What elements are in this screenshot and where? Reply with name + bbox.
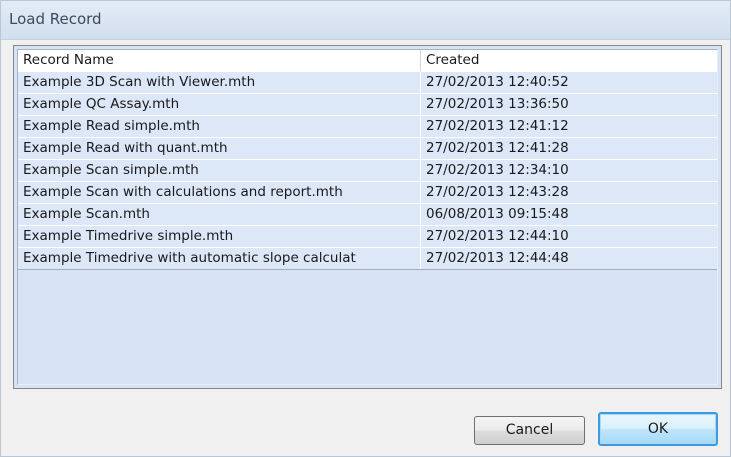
record-created-cell: 06/08/2013 09:15:48	[426, 206, 569, 222]
record-created-cell: 27/02/2013 13:36:50	[426, 96, 569, 112]
table-row[interactable]: Example Scan.mth 06/08/2013 09:15:48	[18, 203, 717, 225]
ok-button[interactable]: OK	[598, 412, 718, 446]
title-bar[interactable]: Load Record	[1, 1, 730, 40]
record-name-cell: Example QC Assay.mth	[18, 94, 421, 115]
record-name-cell: Example Scan.mth	[18, 204, 421, 225]
table-row[interactable]: Example 3D Scan with Viewer.mth 27/02/20…	[18, 71, 717, 93]
record-name-cell: Example 3D Scan with Viewer.mth	[18, 72, 421, 93]
load-record-dialog: Load Record Record Name Created Example …	[0, 0, 731, 457]
column-header-created[interactable]: Created	[421, 50, 717, 71]
record-name-cell: Example Timedrive with automatic slope c…	[18, 248, 421, 269]
record-list-frame: Record Name Created Example 3D Scan with…	[13, 45, 722, 389]
dialog-title: Load Record	[9, 10, 102, 28]
table-row[interactable]: Example Scan with calculations and repor…	[18, 181, 717, 203]
record-list[interactable]: Record Name Created Example 3D Scan with…	[17, 49, 718, 385]
table-header-row: Record Name Created	[18, 50, 717, 71]
table-row[interactable]: Example Timedrive with automatic slope c…	[18, 247, 717, 269]
record-name-cell: Example Read simple.mth	[18, 116, 421, 137]
record-created-cell: 27/02/2013 12:41:12	[426, 118, 569, 134]
table-row[interactable]: Example Scan simple.mth 27/02/2013 12:34…	[18, 159, 717, 181]
column-header-record-name[interactable]: Record Name	[18, 50, 421, 71]
record-name-cell: Example Scan simple.mth	[18, 160, 421, 181]
cancel-button[interactable]: Cancel	[474, 416, 585, 445]
table-row[interactable]: Example Read with quant.mth 27/02/2013 1…	[18, 137, 717, 159]
table-row[interactable]: Example Timedrive simple.mth 27/02/2013 …	[18, 225, 717, 247]
record-created-cell: 27/02/2013 12:44:48	[426, 250, 569, 266]
record-created-cell: 27/02/2013 12:41:28	[426, 140, 569, 156]
record-created-cell: 27/02/2013 12:44:10	[426, 228, 569, 244]
record-created-cell: 27/02/2013 12:34:10	[426, 162, 569, 178]
record-name-cell: Example Timedrive simple.mth	[18, 226, 421, 247]
table-row[interactable]: Example QC Assay.mth 27/02/2013 13:36:50	[18, 93, 717, 115]
record-table: Record Name Created Example 3D Scan with…	[18, 50, 717, 270]
record-created-cell: 27/02/2013 12:40:52	[426, 74, 569, 90]
record-name-cell: Example Read with quant.mth	[18, 138, 421, 159]
table-row[interactable]: Example Read simple.mth 27/02/2013 12:41…	[18, 115, 717, 137]
record-created-cell: 27/02/2013 12:43:28	[426, 184, 569, 200]
record-name-cell: Example Scan with calculations and repor…	[18, 182, 421, 203]
